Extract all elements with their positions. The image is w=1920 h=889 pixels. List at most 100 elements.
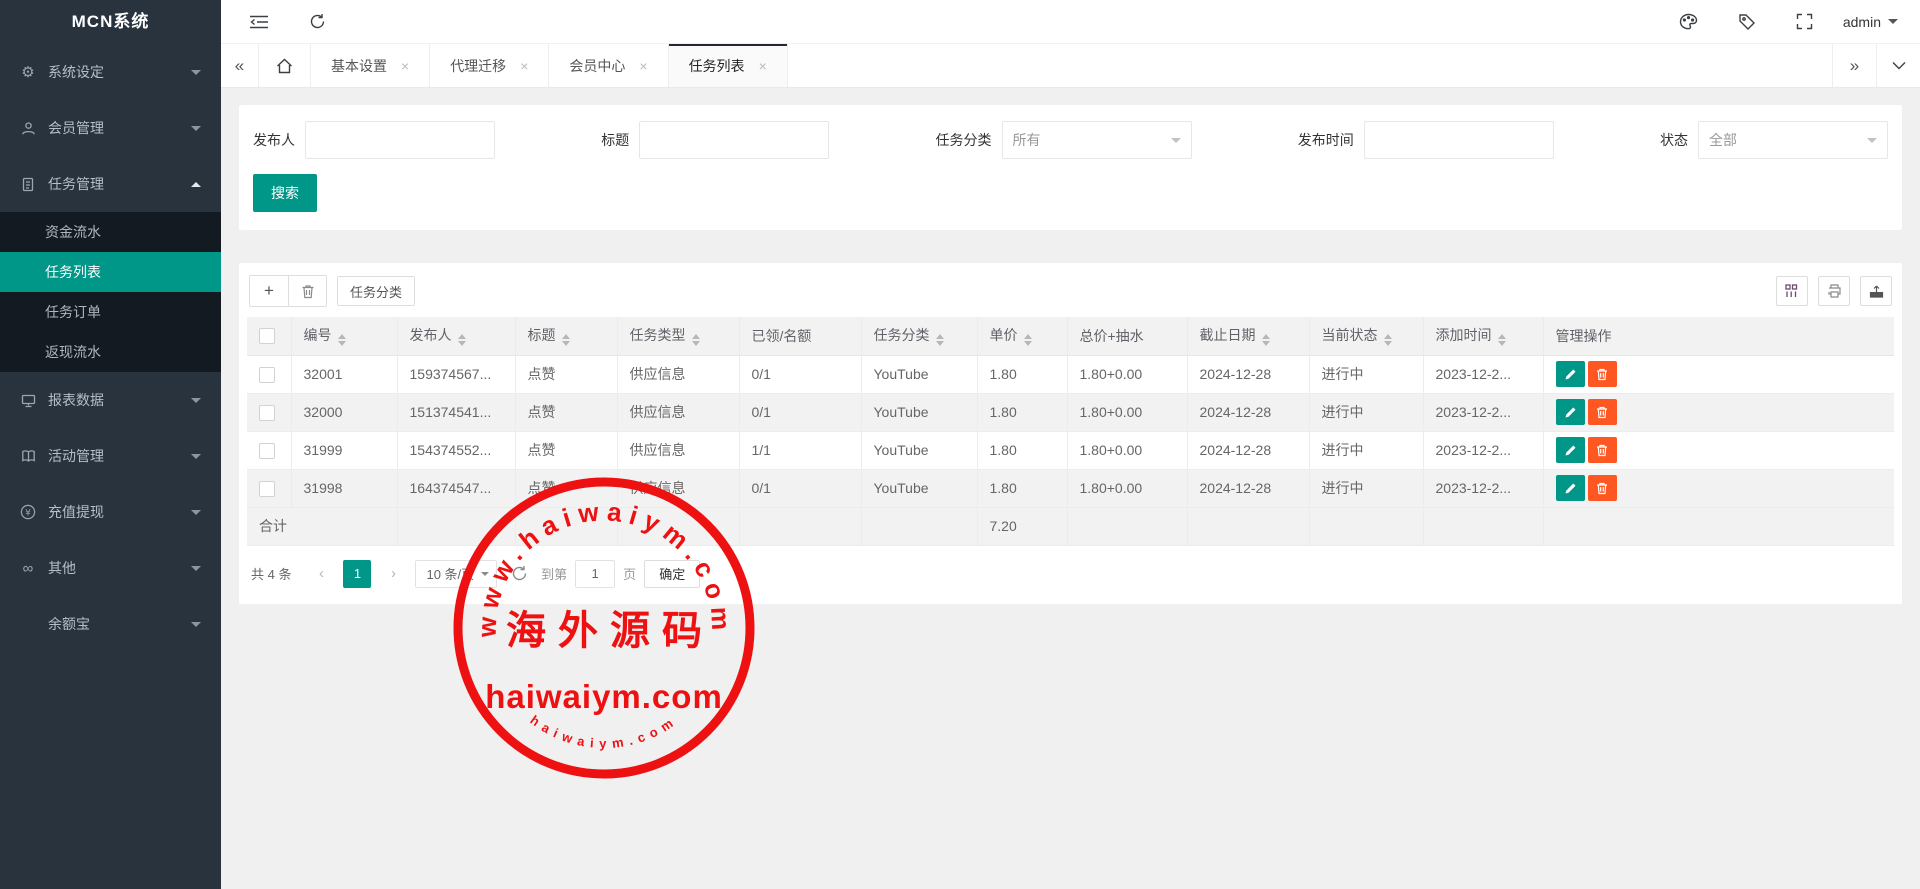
print-icon[interactable] [1818, 276, 1850, 306]
yen-circle-icon: ¥ [20, 504, 36, 520]
sidebar-item-report-data[interactable]: 报表数据 [0, 372, 221, 428]
tag-icon[interactable] [1727, 0, 1767, 44]
task-management-submenu: 资金流水 任务列表 任务订单 返现流水 [0, 212, 221, 372]
close-icon[interactable]: × [639, 58, 647, 74]
row-checkbox[interactable] [259, 367, 275, 383]
row-checkbox[interactable] [259, 405, 275, 421]
status-filter-select[interactable]: 全部 [1698, 121, 1888, 159]
col-claimed-quota: 已领/名额 [739, 317, 861, 355]
edit-button[interactable] [1556, 361, 1585, 387]
content: 发布人 标题 任务分类 所有 发布时间 [221, 88, 1920, 889]
row-checkbox[interactable] [259, 481, 275, 497]
goto-page-input[interactable] [575, 560, 615, 588]
total-count: 共 4 条 [251, 564, 291, 583]
tab-basic-settings[interactable]: 基本设置 × [311, 44, 430, 87]
select-all-checkbox[interactable] [259, 328, 275, 344]
pagination: 共 4 条 ‹ 1 › 10 条/页 到第 页 确定 [251, 560, 1890, 588]
page-size-select[interactable]: 10 条/页 [415, 560, 497, 588]
col-deadline: 截止日期 [1187, 317, 1309, 355]
unit-price-total: 7.20 [977, 507, 1067, 545]
tab-member-center[interactable]: 会员中心 × [549, 44, 668, 87]
status-filter-label: 状态 [1660, 130, 1688, 150]
sidebar-item-recharge-withdraw[interactable]: ¥ 充值提现 [0, 484, 221, 540]
sidebar-item-member-management[interactable]: 会员管理 [0, 100, 221, 156]
refresh-icon[interactable] [297, 0, 337, 44]
chevron-down-icon [191, 566, 201, 571]
sort-icon[interactable] [338, 334, 346, 346]
edit-button[interactable] [1556, 437, 1585, 463]
sort-icon[interactable] [458, 334, 466, 346]
home-tab[interactable] [259, 44, 311, 87]
category-filter-select[interactable]: 所有 [1002, 121, 1192, 159]
add-button[interactable]: + [250, 276, 288, 306]
table-header-row: 编号 发布人 标题 任务类型 已领/名额 任务分类 单价 总价+抽水 截止日期 … [247, 317, 1894, 355]
pencil-icon [1564, 444, 1577, 457]
search-button[interactable]: 搜索 [253, 174, 317, 212]
sort-icon[interactable] [1262, 334, 1270, 346]
goto-label: 到第 [541, 564, 567, 583]
gear-icon: ⚙ [20, 64, 36, 80]
publisher-filter-input[interactable] [305, 121, 495, 159]
refresh-table-icon[interactable] [505, 560, 533, 588]
confirm-button[interactable]: 确定 [644, 560, 700, 588]
sort-icon[interactable] [562, 334, 570, 346]
tab-task-list[interactable]: 任务列表 × [669, 44, 788, 87]
tabs-scroll-left-icon[interactable]: « [221, 44, 259, 87]
edit-button[interactable] [1556, 399, 1585, 425]
row-checkbox[interactable] [259, 443, 275, 459]
sort-icon[interactable] [936, 334, 944, 346]
user-menu[interactable]: admin [1843, 14, 1898, 30]
col-category: 任务分类 [861, 317, 977, 355]
sort-icon[interactable] [692, 334, 700, 346]
col-title: 标题 [515, 317, 617, 355]
sort-icon[interactable] [1384, 334, 1392, 346]
tab-agent-migration[interactable]: 代理迁移 × [430, 44, 549, 87]
sidebar-item-system-settings[interactable]: ⚙ 系统设定 [0, 44, 221, 100]
next-page-icon[interactable]: › [379, 560, 407, 588]
sidebar-item-activity-management[interactable]: 活动管理 [0, 428, 221, 484]
sidebar-item-yuebao[interactable]: 余额宝 [0, 596, 221, 652]
chevron-down-icon [191, 454, 201, 459]
sort-icon[interactable] [1498, 334, 1506, 346]
sidebar-item-capital-flow[interactable]: 资金流水 [0, 212, 221, 252]
publish-time-filter-input[interactable] [1364, 121, 1554, 159]
sidebar-item-other[interactable]: ∞ 其他 [0, 540, 221, 596]
sort-icon[interactable] [1024, 334, 1032, 346]
prev-page-icon[interactable]: ‹ [307, 560, 335, 588]
delete-row-button[interactable] [1588, 475, 1617, 501]
collapse-sidebar-icon[interactable] [239, 0, 279, 44]
chart-board-icon [20, 392, 36, 408]
sidebar-item-cashback-flow[interactable]: 返现流水 [0, 332, 221, 372]
sidebar-item-task-management[interactable]: 任务管理 [0, 156, 221, 212]
chevron-down-icon [191, 70, 201, 75]
sidebar-item-task-orders[interactable]: 任务订单 [0, 292, 221, 332]
chevron-down-icon [1171, 138, 1181, 143]
book-icon [20, 448, 36, 464]
pencil-icon [1564, 368, 1577, 381]
tabs-scroll-right-icon[interactable]: » [1832, 44, 1876, 87]
tabs-menu-icon[interactable] [1876, 44, 1920, 87]
chevron-down-icon [191, 622, 201, 627]
page-number[interactable]: 1 [343, 560, 371, 588]
theme-palette-icon[interactable] [1669, 0, 1709, 44]
close-icon[interactable]: × [401, 58, 409, 74]
table-row: 32000 151374541... 点赞 供应信息 0/1 YouTube 1… [247, 393, 1894, 431]
fullscreen-icon[interactable] [1785, 0, 1825, 44]
task-category-button[interactable]: 任务分类 [337, 276, 415, 306]
delete-row-button[interactable] [1588, 361, 1617, 387]
infinity-icon: ∞ [20, 560, 36, 576]
delete-row-button[interactable] [1588, 399, 1617, 425]
publisher-filter-label: 发布人 [253, 130, 295, 150]
delete-row-button[interactable] [1588, 437, 1617, 463]
columns-icon[interactable] [1776, 276, 1808, 306]
sidebar-item-task-list[interactable]: 任务列表 [0, 252, 221, 292]
file-icon [20, 176, 36, 192]
delete-button[interactable] [288, 276, 326, 306]
edit-button[interactable] [1556, 475, 1585, 501]
title-filter-input[interactable] [639, 121, 829, 159]
task-table: 编号 发布人 标题 任务类型 已领/名额 任务分类 单价 总价+抽水 截止日期 … [247, 317, 1894, 546]
col-publisher: 发布人 [397, 317, 515, 355]
export-icon[interactable] [1860, 276, 1892, 306]
close-icon[interactable]: × [520, 58, 528, 74]
close-icon[interactable]: × [759, 58, 767, 74]
